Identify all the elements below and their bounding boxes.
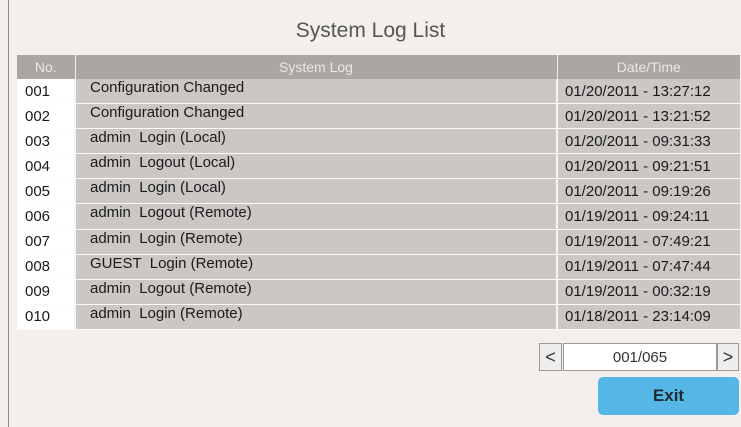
cell-log: admin Login (Remote) bbox=[75, 304, 558, 331]
column-header-log: System Log bbox=[75, 55, 558, 79]
cell-no: 002 bbox=[17, 103, 76, 130]
table-row: 006 admin Logout (Remote) 01/19/2011 - 09:… bbox=[17, 203, 740, 230]
exit-button[interactable]: Exit bbox=[598, 377, 739, 415]
cell-no: 003 bbox=[17, 128, 76, 155]
cell-datetime: 01/19/2011 - 00:32:19 bbox=[557, 279, 740, 305]
page-title: System Log List bbox=[295, 19, 446, 42]
cell-no: 005 bbox=[17, 178, 76, 205]
cell-log: Configuration Changed bbox=[75, 79, 558, 105]
cell-no: 008 bbox=[17, 254, 76, 280]
cell-log: Configuration Changed bbox=[75, 103, 558, 130]
table-row: 001 Configuration Changed 01/20/2011 - 13:… bbox=[17, 79, 740, 105]
cell-no: 007 bbox=[17, 229, 76, 255]
table-row: 003 admin Login (Local) 01/20/2011 - 09:31… bbox=[17, 128, 740, 155]
cell-datetime: 01/20/2011 - 09:21:51 bbox=[557, 153, 740, 180]
cell-log: admin Login (Remote) bbox=[75, 229, 558, 255]
table-row: 008 GUEST Login (Remote) 01/19/2011 - 07:4… bbox=[17, 254, 740, 280]
cell-datetime: 01/19/2011 - 07:49:21 bbox=[557, 229, 740, 255]
cell-no: 009 bbox=[17, 279, 76, 305]
cell-no: 006 bbox=[17, 203, 76, 230]
cell-log: admin Logout (Remote) bbox=[75, 203, 558, 230]
next-page-button[interactable]: > bbox=[717, 343, 739, 371]
cell-no: 010 bbox=[17, 304, 76, 331]
table-row: 005 admin Login (Local) 01/20/2011 - 09:19… bbox=[17, 178, 740, 205]
table-row: 002 Configuration Changed 01/20/2011 - 13:… bbox=[17, 103, 740, 130]
system-log-table: No. System Log Date/Time 001 Configuratio… bbox=[17, 55, 740, 331]
cell-log: admin Logout (Remote) bbox=[75, 279, 558, 305]
column-header-no: No. bbox=[17, 55, 76, 79]
cell-log: admin Logout (Local) bbox=[75, 153, 558, 180]
previous-page-button[interactable]: < bbox=[539, 343, 562, 371]
table-body: 001 Configuration Changed 01/20/2011 - 13:… bbox=[17, 79, 740, 331]
cell-log: admin Login (Local) bbox=[75, 178, 558, 205]
cell-log: GUEST Login (Remote) bbox=[75, 254, 558, 280]
cell-datetime: 01/19/2011 - 09:24:11 bbox=[557, 203, 740, 230]
cell-datetime: 01/20/2011 - 09:19:26 bbox=[557, 178, 740, 205]
cell-datetime: 01/20/2011 - 09:31:33 bbox=[557, 128, 740, 155]
table-row: 010 admin Login (Remote) 01/18/2011 - 23:1… bbox=[17, 304, 740, 331]
cell-datetime: 01/20/2011 - 13:27:12 bbox=[557, 79, 740, 105]
table-row: 009 admin Logout (Remote) 01/19/2011 - 00:… bbox=[17, 279, 740, 305]
cell-datetime: 01/20/2011 - 13:21:52 bbox=[557, 103, 740, 130]
column-header-datetime: Date/Time bbox=[557, 55, 740, 79]
table-row: 007 admin Login (Remote) 01/19/2011 - 07:4… bbox=[17, 229, 740, 255]
cell-log: admin Login (Local) bbox=[75, 128, 558, 155]
cell-no: 001 bbox=[17, 79, 76, 105]
page-indicator: 001/065 bbox=[563, 343, 717, 371]
cell-datetime: 01/19/2011 - 07:47:44 bbox=[557, 254, 740, 280]
cell-datetime: 01/18/2011 - 23:14:09 bbox=[557, 304, 740, 331]
cell-no: 004 bbox=[17, 153, 76, 180]
table-header-row: No. System Log Date/Time bbox=[17, 55, 740, 79]
table-row: 004 admin Logout (Local) 01/20/2011 - 09:2… bbox=[17, 153, 740, 180]
